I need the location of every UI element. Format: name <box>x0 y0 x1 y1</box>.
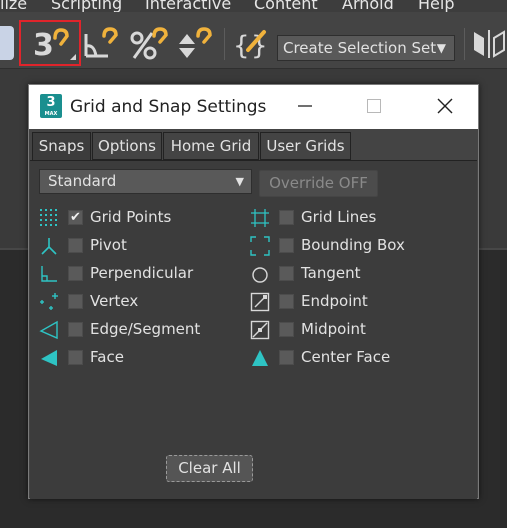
mirror-icon <box>474 30 505 58</box>
pivot-icon <box>41 238 57 255</box>
selection-set-text: Create Selection Set <box>283 39 437 57</box>
close-button[interactable] <box>430 91 460 121</box>
spinner-snap-button[interactable] <box>174 20 216 66</box>
snap-pivot[interactable]: Pivot <box>39 235 239 257</box>
percent-snap-button[interactable] <box>128 20 170 66</box>
menu-item-scripting[interactable]: Scripting <box>51 0 122 12</box>
snaps-3d-icon: 3 <box>33 28 76 63</box>
snap-endpoint-checkbox[interactable] <box>279 294 294 309</box>
menu-item-help[interactable]: Help <box>418 0 454 12</box>
grid-lines-icon <box>251 209 269 227</box>
minimize-button[interactable] <box>290 91 320 121</box>
menu-item-interactive[interactable]: Interactive <box>145 0 231 12</box>
endpoint-icon <box>250 292 270 312</box>
mirror-button[interactable] <box>470 20 507 66</box>
snap-midpoint-checkbox[interactable] <box>279 322 294 337</box>
minimize-icon <box>298 105 312 107</box>
snap-center-face[interactable]: Center Face <box>250 347 450 369</box>
menu-item-visualize[interactable]: lize <box>0 0 27 12</box>
snap-bounding-box-checkbox[interactable] <box>279 238 294 253</box>
snap-perpendicular-label: Perpendicular <box>90 264 194 282</box>
snap-pivot-checkbox[interactable] <box>68 238 83 253</box>
snap-face-checkbox[interactable] <box>68 350 83 365</box>
clear-all-button[interactable]: Clear All <box>166 455 253 482</box>
snap-grid-lines-label: Grid Lines <box>301 208 377 226</box>
snap-perpendicular-checkbox[interactable] <box>68 266 83 281</box>
maximize-icon <box>367 99 381 113</box>
3dsmax-logo-icon: 3 MAX <box>40 94 62 118</box>
tab-home-grid[interactable]: Home Grid <box>163 132 259 160</box>
snap-vertex-label: Vertex <box>90 292 139 310</box>
snap-tangent-checkbox[interactable] <box>279 266 294 281</box>
spinner-snap-icon <box>179 27 212 58</box>
face-icon <box>41 350 57 366</box>
angle-snap-icon <box>84 27 118 58</box>
grid-snap-dialog: 3 MAX Grid and Snap Settings Snaps Optio… <box>28 84 479 499</box>
snap-perpendicular[interactable]: Perpendicular <box>39 263 239 285</box>
snap-face-label: Face <box>90 348 124 366</box>
tab-options[interactable]: Options <box>92 132 162 160</box>
tab-strip: Snaps Options Home Grid User Grids <box>29 129 478 161</box>
snap-vertex-checkbox[interactable] <box>68 294 83 309</box>
snap-midpoint[interactable]: Midpoint <box>250 319 450 341</box>
tab-user-grids[interactable]: User Grids <box>260 132 351 160</box>
snap-midpoint-label: Midpoint <box>301 320 366 338</box>
menu-item-arnold[interactable]: Arnold <box>342 0 394 12</box>
close-icon <box>437 98 453 114</box>
tangent-icon <box>252 267 268 283</box>
tab-snaps[interactable]: Snaps <box>32 132 91 161</box>
edit-named-selection-button[interactable]: { } <box>231 20 273 66</box>
snap-grid-points-checkbox[interactable]: ✔ <box>68 210 83 225</box>
snap-grid-points[interactable]: ✔ Grid Points <box>39 207 239 229</box>
svg-text:{: { <box>233 31 250 61</box>
snap-type-value: Standard <box>48 172 117 190</box>
edge-segment-icon <box>39 320 58 340</box>
override-button[interactable]: Override OFF <box>259 170 378 197</box>
selection-set-dropdown[interactable]: Create Selection Set ▼ <box>277 35 455 61</box>
snap-grid-lines[interactable]: Grid Lines <box>250 207 450 229</box>
snap-pivot-label: Pivot <box>90 236 127 254</box>
logo-number: 3 <box>46 95 56 110</box>
snap-tangent-label: Tangent <box>301 264 361 282</box>
snap-vertex[interactable]: Vertex <box>39 291 239 313</box>
snaps-panel: Standard ▼ Override OFF ✔ Grid Points Pi… <box>30 160 477 499</box>
dialog-titlebar[interactable]: 3 MAX Grid and Snap Settings <box>29 85 478 129</box>
toolbar-edge-button[interactable] <box>0 26 14 60</box>
snap-center-face-label: Center Face <box>301 348 391 366</box>
maximize-button[interactable] <box>359 91 389 121</box>
snap-grid-lines-checkbox[interactable] <box>279 210 294 225</box>
snap-edge-segment[interactable]: Edge/Segment <box>39 319 239 341</box>
snap-edge-segment-label: Edge/Segment <box>90 320 201 338</box>
menu-bar: lize Scripting Interactive Content Arnol… <box>0 0 507 12</box>
bounding-box-icon <box>250 236 270 256</box>
grid-points-icon <box>40 209 57 226</box>
vertex-icon <box>40 293 58 310</box>
logo-caption: MAX <box>44 111 58 117</box>
chevron-down-icon: ▼ <box>235 175 244 188</box>
snap-type-dropdown[interactable]: Standard ▼ <box>39 169 252 194</box>
snap-endpoint-label: Endpoint <box>301 292 368 310</box>
snap-tangent[interactable]: Tangent <box>250 263 450 285</box>
snap-grid-points-label: Grid Points <box>90 208 172 226</box>
percent-snap-icon <box>130 27 168 60</box>
svg-text:3: 3 <box>33 28 54 63</box>
angle-snap-button[interactable] <box>82 20 122 66</box>
snap-center-face-checkbox[interactable] <box>279 350 294 365</box>
snap-endpoint[interactable]: Endpoint <box>250 291 450 313</box>
chevron-down-icon: ▼ <box>436 41 446 55</box>
center-face-icon <box>252 350 268 366</box>
snap-bounding-box-label: Bounding Box <box>301 236 405 254</box>
main-toolbar: 3 { } Create Selection Set ▼ <box>0 12 507 69</box>
menu-item-content[interactable]: Content <box>254 0 318 12</box>
snap-bounding-box[interactable]: Bounding Box <box>250 235 450 257</box>
snaps-toggle-button[interactable]: 3 <box>19 20 81 66</box>
snap-face[interactable]: Face <box>39 347 239 369</box>
braces-pencil-icon: { } <box>233 30 268 61</box>
dialog-title: Grid and Snap Settings <box>70 97 267 117</box>
snap-edge-segment-checkbox[interactable] <box>68 322 83 337</box>
perpendicular-icon <box>41 266 57 282</box>
midpoint-icon <box>250 320 270 340</box>
